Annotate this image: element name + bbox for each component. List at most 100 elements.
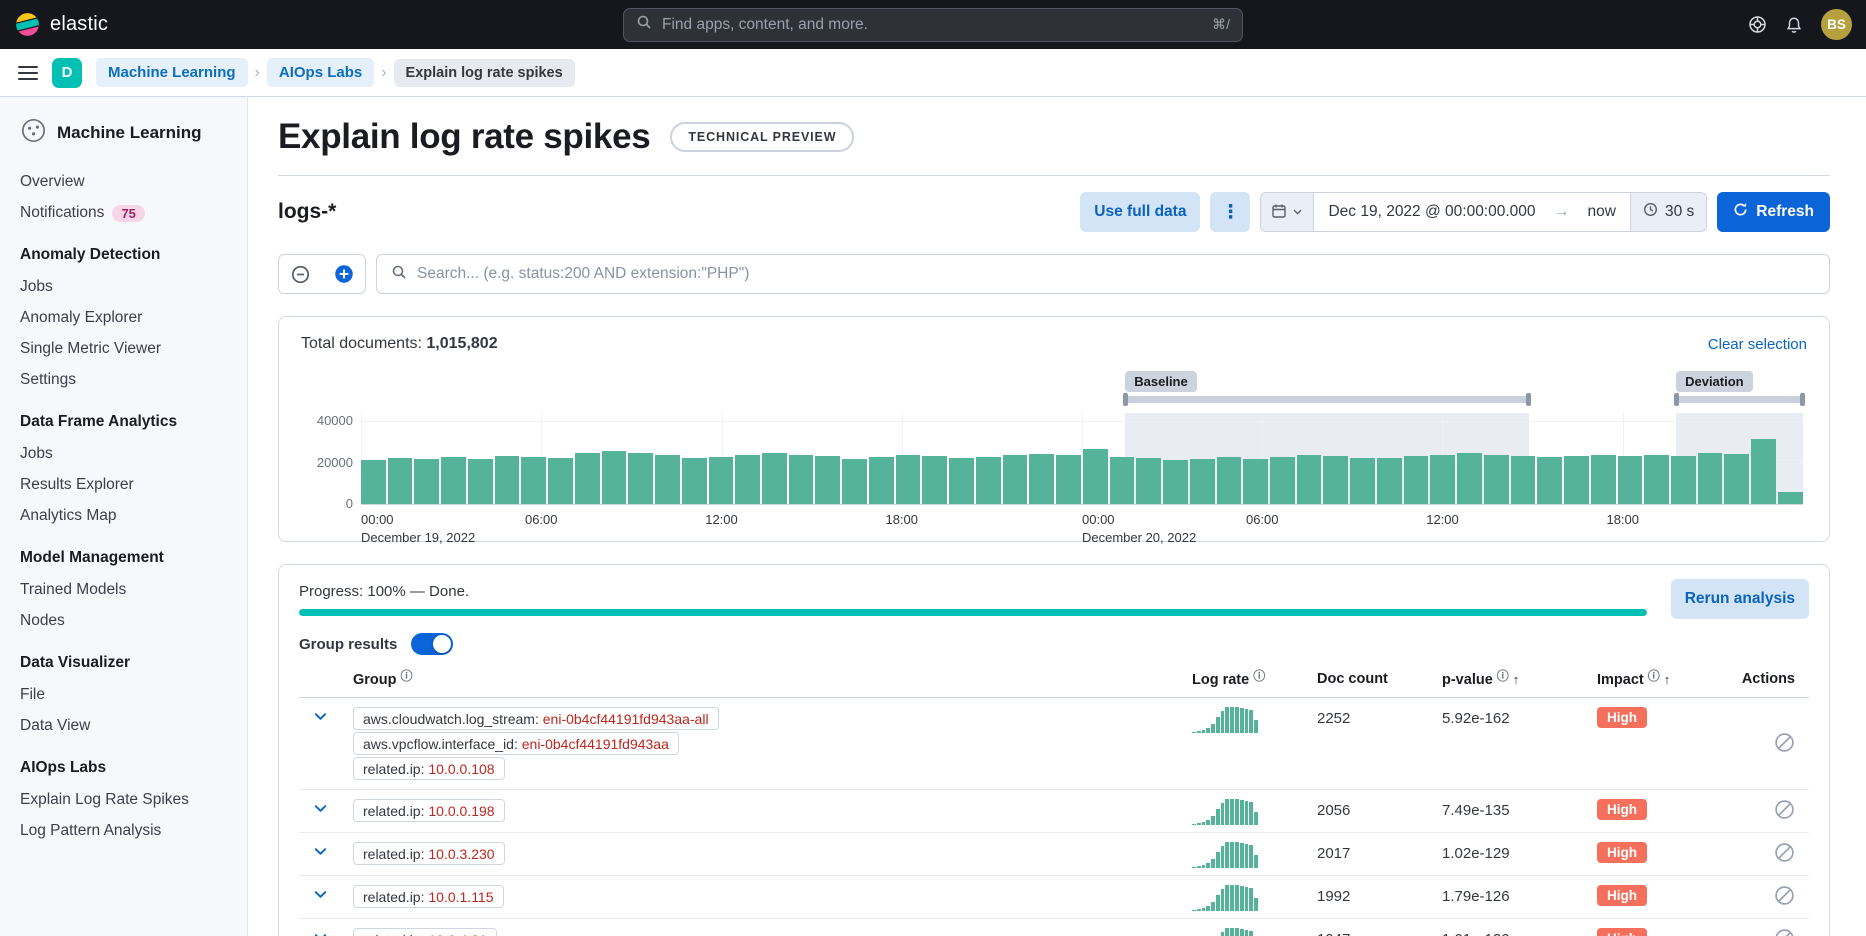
progress-area: Progress: 100% — Done. xyxy=(299,583,1647,616)
sidebar-item-anomaly-explorer[interactable]: Anomaly Explorer xyxy=(20,309,233,327)
group-field-value-badge[interactable]: related.ip: 10.0.0.198 xyxy=(353,799,505,822)
doc-count-chart-plot[interactable]: 0200004000000:00December 19, 202206:0012… xyxy=(361,413,1803,505)
analysis-progress-row: Progress: 100% — Done. Rerun analysis xyxy=(299,579,1809,619)
chevron-down-icon xyxy=(313,887,328,905)
refresh-button[interactable]: Refresh xyxy=(1717,192,1830,232)
row-expand-button[interactable] xyxy=(305,795,335,825)
sparkline-bar xyxy=(1206,906,1210,911)
expand-cell xyxy=(299,790,345,825)
user-avatar[interactable]: BS xyxy=(1821,9,1852,40)
table-row: aws.cloudwatch.log_stream: eni-0b4cf4419… xyxy=(299,698,1809,790)
row-expand-button[interactable] xyxy=(305,838,335,868)
kql-search-input[interactable] xyxy=(417,265,1815,283)
group-field-value-badge[interactable]: aws.cloudwatch.log_stream: eni-0b4cf4419… xyxy=(353,707,719,730)
space-badge[interactable]: D xyxy=(52,58,82,88)
doc-count-bar xyxy=(1270,457,1295,504)
elastic-logo-icon[interactable] xyxy=(14,11,41,38)
alerts-bell-icon[interactable] xyxy=(1785,16,1803,34)
doc-count-bar xyxy=(709,457,734,504)
column-label: Impact xyxy=(1597,672,1644,688)
log-rate-cell xyxy=(1184,833,1309,875)
log-rate-column-header[interactable]: Log rate ⓘ xyxy=(1184,663,1309,697)
global-search-bar[interactable]: ⌘/ xyxy=(623,8,1243,42)
doc-count-column-header[interactable]: Doc count xyxy=(1309,663,1434,696)
p-value-column-header[interactable]: p-value ⓘ ↑ xyxy=(1434,663,1589,697)
doc-count-cell: 2252 xyxy=(1309,698,1434,734)
group-field-value-badge[interactable]: related.ip: 10.0.3.230 xyxy=(353,842,505,865)
group-field-value-badge[interactable]: related.ip: 10.0.1.115 xyxy=(353,885,504,908)
sidebar-item-nodes[interactable]: Nodes xyxy=(20,612,233,630)
sidebar-item-jobs[interactable]: Jobs xyxy=(20,278,233,296)
field-value: 10.0.0.198 xyxy=(428,803,494,819)
search-shortcut-hint: ⌘/ xyxy=(1212,16,1230,33)
group-field-value-badge[interactable]: aws.vpcflow.interface_id: eni-0b4cf44191… xyxy=(353,732,679,755)
table-row: related.ip: 10.0.0.19820567.49e-135High xyxy=(299,790,1809,833)
baseline-brush-handle[interactable] xyxy=(1125,396,1529,403)
row-expand-button[interactable] xyxy=(305,924,335,936)
impact-cell: High xyxy=(1589,833,1714,870)
row-expand-button[interactable] xyxy=(305,881,335,911)
chevron-down-icon xyxy=(313,930,328,936)
global-search-input[interactable] xyxy=(662,16,1202,34)
doc-count-bar xyxy=(896,455,921,504)
doc-count-bar xyxy=(1377,458,1402,504)
group-field-value-badge[interactable]: related.ip: 10.0.4.81 xyxy=(353,928,497,936)
info-icon: ⓘ xyxy=(1648,667,1660,684)
refresh-interval-button[interactable]: 30 s xyxy=(1630,193,1706,231)
doc-count-bar xyxy=(655,455,680,504)
filter-action-button[interactable] xyxy=(1774,928,1795,936)
filter-action-button[interactable] xyxy=(1774,799,1795,823)
filter-action-button[interactable] xyxy=(1774,732,1795,756)
sidebar-item-log-pattern-analysis[interactable]: Log Pattern Analysis xyxy=(20,822,233,840)
sidebar-item-data-view[interactable]: Data View xyxy=(20,717,233,735)
group-results-toggle[interactable] xyxy=(411,633,453,655)
filter-action-button[interactable] xyxy=(1774,885,1795,909)
group-field-value-badge[interactable]: related.ip: 10.0.0.108 xyxy=(353,757,505,780)
sparkline-bar xyxy=(1240,843,1244,868)
row-expand-button[interactable] xyxy=(305,703,335,733)
doc-count-bar xyxy=(602,451,627,504)
filter-action-button[interactable] xyxy=(1774,842,1795,866)
table-row: related.ip: 10.0.4.8119471.01e-120High xyxy=(299,919,1809,936)
sidebar-item-results-explorer[interactable]: Results Explorer xyxy=(20,476,233,494)
sidebar-item-notifications[interactable]: Notifications75 xyxy=(20,204,233,222)
start-date-button[interactable]: Dec 19, 2022 @ 00:00:00.000 xyxy=(1314,193,1549,231)
toolbar-controls: Use full data ⋮ Dec 19, 2022 @ 00:00:00.… xyxy=(1080,192,1830,232)
support-icon[interactable] xyxy=(1748,15,1767,34)
breadcrumb-machine-learning[interactable]: Machine Learning xyxy=(96,58,248,87)
x-axis-tick-label: 06:00 xyxy=(1246,511,1279,529)
sidebar-item-overview[interactable]: Overview xyxy=(20,173,233,191)
field-value: eni-0b4cf44191fd943aa-all xyxy=(543,711,709,727)
p-value-cell: 1.02e-129 xyxy=(1434,833,1589,869)
clear-selection-link[interactable]: Clear selection xyxy=(1708,336,1807,353)
doc-count-chart: 0200004000000:00December 19, 202206:0012… xyxy=(301,371,1807,535)
sidebar-item-label: Nodes xyxy=(20,612,65,630)
doc-count-bar xyxy=(495,456,520,504)
use-full-data-button[interactable]: Use full data xyxy=(1080,192,1200,232)
sparkline-bar xyxy=(1240,886,1244,911)
sidebar-item-jobs[interactable]: Jobs xyxy=(20,445,233,463)
menu-icon[interactable] xyxy=(18,66,38,80)
plus-in-circle-filled-icon[interactable] xyxy=(322,255,365,293)
group-column-header[interactable]: Group ⓘ xyxy=(345,663,1184,697)
sample-size-options-button[interactable]: ⋮ xyxy=(1210,192,1250,232)
sidebar-item-analytics-map[interactable]: Analytics Map xyxy=(20,507,233,525)
sparkline-bar xyxy=(1211,724,1215,733)
sidebar-item-trained-models[interactable]: Trained Models xyxy=(20,581,233,599)
end-date-button[interactable]: now xyxy=(1574,193,1630,231)
quick-select-date-button[interactable] xyxy=(1261,193,1314,231)
minus-in-circle-icon[interactable] xyxy=(279,255,322,293)
deviation-brush-handle[interactable] xyxy=(1676,396,1803,403)
x-axis-tick-label: 18:00 xyxy=(1606,511,1639,529)
sidebar-item-file[interactable]: File xyxy=(20,686,233,704)
kql-search-bar[interactable] xyxy=(376,254,1830,294)
y-axis-label: 0 xyxy=(303,496,353,511)
impact-column-header[interactable]: Impact ⓘ ↑ xyxy=(1589,663,1714,697)
sidebar-item-settings[interactable]: Settings xyxy=(20,371,233,389)
breadcrumb-aiops-labs[interactable]: AIOps Labs xyxy=(267,58,374,87)
doc-count-bar xyxy=(441,457,466,504)
doc-count-bar xyxy=(735,455,760,504)
sidebar-item-explain-log-rate-spikes[interactable]: Explain Log Rate Spikes xyxy=(20,791,233,809)
sidebar-item-single-metric-viewer[interactable]: Single Metric Viewer xyxy=(20,340,233,358)
rerun-analysis-button[interactable]: Rerun analysis xyxy=(1671,579,1809,619)
